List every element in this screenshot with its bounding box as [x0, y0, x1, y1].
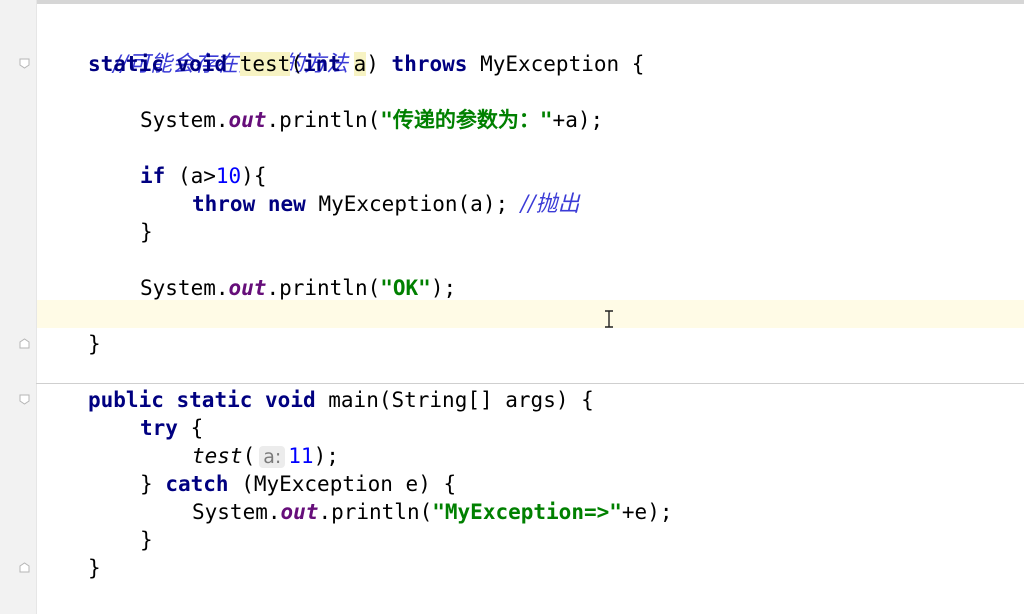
- expression: +a);: [552, 108, 604, 132]
- code-line[interactable]: throw new MyException(a); //抛出: [192, 190, 580, 218]
- paren: ): [366, 52, 379, 76]
- identifier: System.: [140, 108, 229, 132]
- static-field: out: [228, 276, 267, 300]
- keyword: public: [88, 388, 164, 412]
- static-field: out: [280, 500, 319, 524]
- expression: +e);: [621, 500, 673, 524]
- keyword: throw: [192, 192, 256, 216]
- expression: );: [313, 444, 339, 468]
- brace: }: [140, 472, 153, 496]
- static-field: out: [228, 108, 267, 132]
- code-line[interactable]: }: [88, 554, 101, 582]
- condition: ){: [241, 164, 267, 188]
- editor-gutter[interactable]: [0, 0, 37, 614]
- catch-clause: (MyException e) {: [241, 472, 457, 496]
- method-signature: main(String[] args) {: [328, 388, 594, 412]
- method-call: test: [192, 444, 243, 468]
- keyword: catch: [165, 472, 229, 496]
- keyword: static: [88, 52, 164, 76]
- brace: {: [631, 52, 645, 76]
- code-line[interactable]: static void test(int a) throws MyExcepti…: [88, 50, 644, 78]
- code-line[interactable]: test(a: 11);: [192, 442, 339, 470]
- code-line[interactable]: }: [140, 218, 153, 246]
- string-literal: "MyException=>": [432, 500, 622, 524]
- code-line[interactable]: //可能会存在异常的方法: [88, 22, 348, 77]
- text-cursor-icon: [604, 310, 614, 328]
- code-line[interactable]: if (a>10){: [140, 162, 266, 190]
- keyword: static: [176, 388, 253, 412]
- code-line[interactable]: } catch (MyException e) {: [140, 470, 456, 498]
- constructor-call: MyException(a);: [318, 192, 509, 216]
- code-line[interactable]: System.out.println("传递的参数为："+a);: [140, 106, 603, 134]
- brace: }: [140, 528, 153, 552]
- code-line[interactable]: }: [88, 330, 101, 358]
- fold-marker-icon[interactable]: [19, 394, 30, 405]
- brace: }: [140, 220, 153, 244]
- code-line[interactable]: System.out.println("OK");: [140, 274, 456, 302]
- number-literal: 11: [288, 444, 314, 468]
- keyword: throws: [391, 52, 468, 76]
- number-literal: 10: [215, 164, 242, 188]
- fold-end-icon[interactable]: [19, 338, 30, 349]
- method-call: .println(: [266, 276, 381, 300]
- fold-marker-icon[interactable]: [19, 58, 30, 69]
- keyword: int: [302, 52, 341, 76]
- comment: //抛出: [520, 192, 580, 217]
- keyword: try: [140, 416, 178, 440]
- code-line[interactable]: public static void main(String[] args) {: [88, 386, 594, 414]
- code-line[interactable]: }: [140, 526, 153, 554]
- paren: (: [242, 444, 256, 468]
- string-literal: "传递的参数为：": [380, 108, 553, 132]
- code-line[interactable]: System.out.println("MyException=>"+e);: [192, 498, 672, 526]
- keyword: void: [176, 52, 228, 76]
- parameter-hint: a:: [259, 446, 286, 468]
- brace: {: [190, 416, 204, 440]
- code-line[interactable]: try {: [140, 414, 203, 442]
- method-call: .println(: [266, 108, 381, 132]
- fold-end-icon[interactable]: [19, 562, 30, 573]
- identifier: System.: [192, 500, 281, 524]
- paren: (: [290, 52, 303, 76]
- keyword: if: [140, 164, 166, 188]
- type-name: MyException: [480, 52, 620, 76]
- parameter-name: a: [353, 52, 367, 76]
- string-literal: "OK": [380, 276, 431, 300]
- method-call: .println(: [318, 500, 433, 524]
- expression: );: [430, 276, 457, 300]
- brace: }: [88, 332, 101, 356]
- condition: (a>: [165, 164, 216, 188]
- brace: }: [88, 556, 101, 580]
- keyword: new: [267, 192, 306, 216]
- identifier: System.: [140, 276, 229, 300]
- keyword: void: [265, 388, 316, 412]
- method-name: test: [239, 52, 291, 76]
